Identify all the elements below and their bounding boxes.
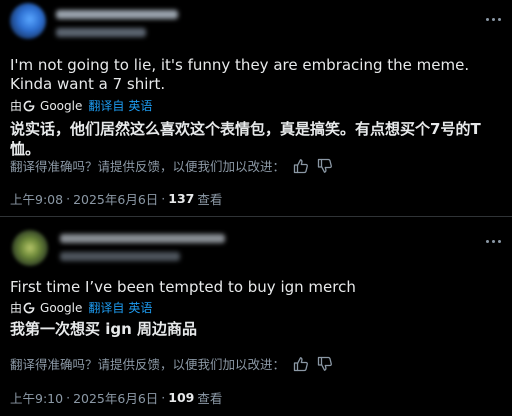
- handle-blurred: [56, 28, 146, 37]
- translated-from-link[interactable]: 翻译自: [88, 98, 124, 114]
- date[interactable]: 2025年6月6日: [73, 388, 158, 407]
- divider: [0, 216, 512, 217]
- views-label: 查看: [197, 391, 223, 406]
- translation-provider: Google: [40, 99, 83, 113]
- thumbs-down-icon[interactable]: [317, 158, 333, 174]
- translation-attribution: 由 Google 翻译自 英语: [10, 300, 153, 316]
- source-language-link[interactable]: 英语: [128, 98, 152, 114]
- translated-text: 我第一次想买 ign 周边商品: [10, 320, 198, 338]
- translated-text: 说实话，他们居然这么喜欢这个表情包，真是搞笑。有点想买个7号的T恤。: [10, 120, 481, 158]
- avatar[interactable]: [10, 3, 46, 39]
- handle-blurred: [60, 252, 180, 261]
- thumbs-up-icon[interactable]: [293, 356, 309, 372]
- tweet-1: I'm not going to lie, it's funny they ar…: [0, 0, 512, 213]
- translation-feedback: 翻译得准确吗？请提供反馈，以便我们加以改进：: [10, 156, 333, 175]
- thumbs-up-icon[interactable]: [293, 158, 309, 174]
- feedback-prompt: 翻译得准确吗？请提供反馈，以便我们加以改进：: [10, 357, 286, 372]
- translation-feedback: 翻译得准确吗？请提供反馈，以便我们加以改进：: [10, 354, 333, 373]
- timestamp[interactable]: 上午9:08: [10, 189, 63, 208]
- more-options-button[interactable]: [482, 12, 504, 26]
- feedback-prompt: 翻译得准确吗？请提供反馈，以便我们加以改进：: [10, 159, 286, 174]
- avatar[interactable]: [12, 230, 48, 266]
- translated-from-link[interactable]: 翻译自: [88, 300, 124, 316]
- tweet-text: First time I’ve been tempted to buy ign …: [10, 278, 356, 296]
- thumbs-down-icon[interactable]: [317, 356, 333, 372]
- more-options-button[interactable]: [482, 234, 504, 248]
- tweet-meta: 上午9:08 · 2025年6月6日 · 137 查看: [10, 189, 223, 208]
- translation-provider: Google: [40, 301, 83, 315]
- more-dots-icon: [485, 17, 489, 21]
- google-g-icon: [22, 302, 35, 315]
- date[interactable]: 2025年6月6日: [73, 189, 158, 208]
- more-dots-icon: [485, 239, 489, 243]
- translation-attribution: 由 Google 翻译自 英语: [10, 98, 153, 114]
- views-label: 查看: [197, 192, 223, 207]
- display-name-blurred[interactable]: [56, 10, 178, 19]
- view-count[interactable]: 137: [168, 191, 194, 206]
- display-name-blurred[interactable]: [60, 234, 225, 243]
- google-g-icon: [22, 100, 35, 113]
- timestamp[interactable]: 上午9:10: [10, 388, 63, 407]
- tweet-meta: 上午9:10 · 2025年6月6日 · 109 查看: [10, 388, 223, 407]
- source-language-link[interactable]: 英语: [128, 300, 152, 316]
- tweet-2: First time I’ve been tempted to buy ign …: [0, 222, 512, 416]
- tweet-text: I'm not going to lie, it's funny they ar…: [10, 56, 470, 93]
- view-count[interactable]: 109: [168, 390, 194, 405]
